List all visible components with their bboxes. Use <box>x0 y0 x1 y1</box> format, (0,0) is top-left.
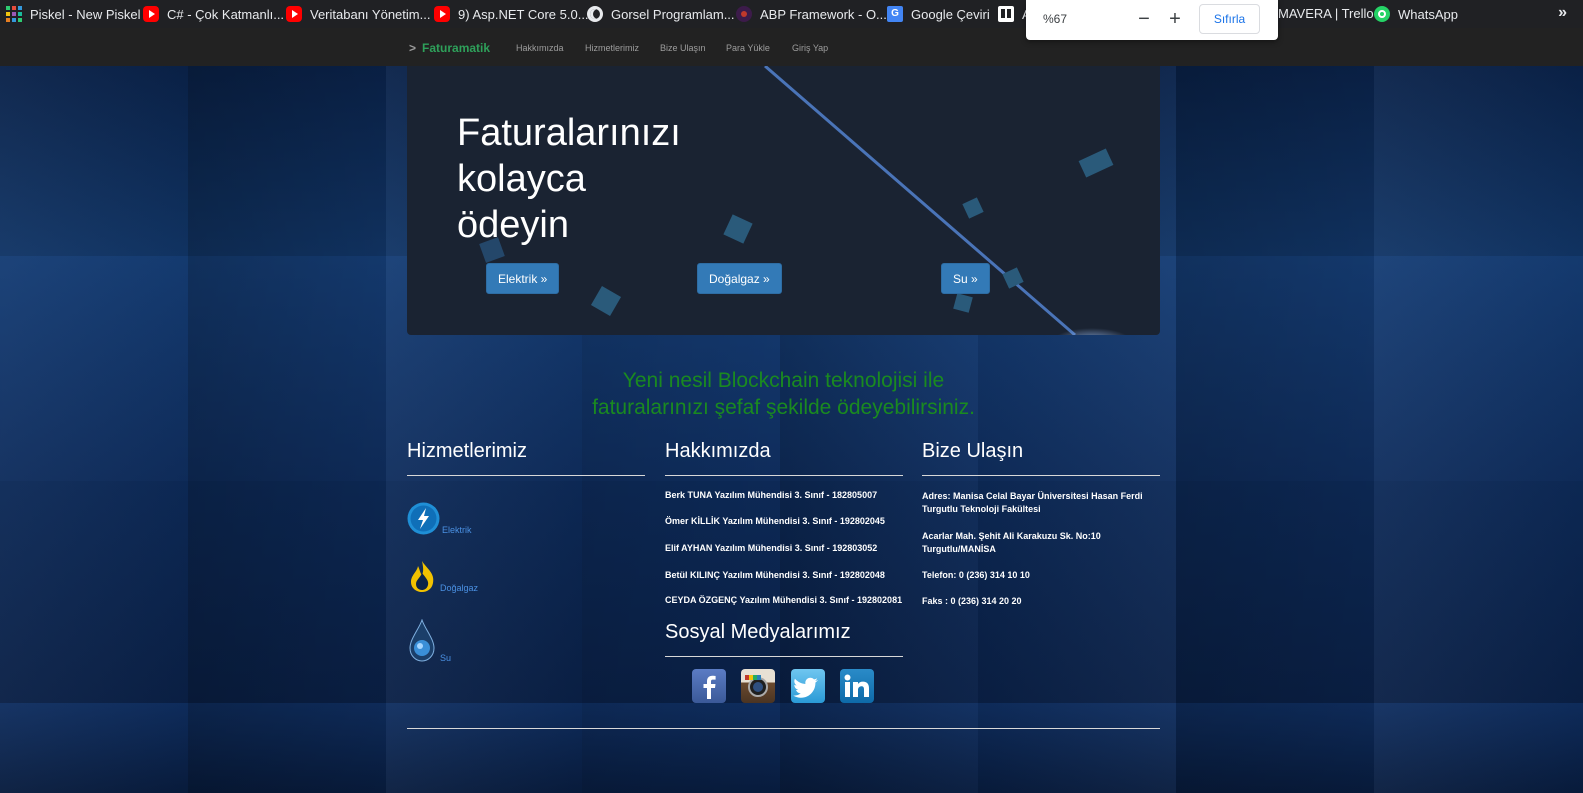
dogalgaz-button[interactable]: Doğalgaz » <box>697 263 782 294</box>
twitter-icon[interactable] <box>791 669 825 703</box>
zoom-level: %67 <box>1043 12 1068 26</box>
contact-divider <box>922 475 1160 476</box>
youtube-icon <box>286 6 302 22</box>
instagram-glyph <box>745 675 768 697</box>
globe-icon <box>587 6 603 22</box>
hero-title: Faturalarınızı kolayca ödeyin <box>457 112 681 246</box>
team-member: Ömer KİLLİK Yazılım Mühendisi 3. Sınıf -… <box>665 516 885 526</box>
bookmark-aspnet[interactable]: 9) Asp.NET Core 5.0... <box>434 6 589 22</box>
trello-icon <box>998 6 1014 22</box>
zoom-in-button[interactable]: + <box>1165 6 1185 32</box>
chevron-right-icon: > <box>409 41 417 55</box>
services-divider <box>407 475 645 476</box>
bookmark-whatsapp[interactable]: WhatsApp <box>1374 6 1458 22</box>
bookmarks-bar: Piskel - New Piskel C# - Çok Katmanlı...… <box>0 0 1583 28</box>
service-elektrik-link[interactable]: Elektrik <box>442 525 472 535</box>
zoom-reset-button[interactable]: Sıfırla <box>1199 4 1260 34</box>
linkedin-icon[interactable] <box>840 669 874 703</box>
bookmark-veritabani[interactable]: Veritabanı Yönetim... <box>286 6 430 22</box>
zoom-out-button[interactable]: − <box>1134 6 1154 32</box>
social-divider <box>665 656 903 657</box>
piskel-icon <box>6 6 22 22</box>
bookmark-abp[interactable]: ABP Framework - O... <box>736 6 887 22</box>
hero-jumbotron: Faturalarınızı kolayca ödeyin Elektrik »… <box>407 66 1160 335</box>
service-elektrik[interactable]: Elektrik <box>407 502 472 535</box>
flame-icon <box>411 561 434 592</box>
contact-address: Adres: Manisa Celal Bayar Üniversitesi H… <box>922 491 1143 514</box>
nav-giris-yap[interactable]: Giriş Yap <box>792 43 828 53</box>
service-dogalgaz[interactable]: Doğalgaz <box>407 559 478 593</box>
abp-icon <box>736 6 752 22</box>
contact-street: Acarlar Mah. Şehit Ali Karakuzu Sk. No:1… <box>922 531 1101 554</box>
team-member: Berk TUNA Yazılım Mühendisi 3. Sınıf - 1… <box>665 490 878 500</box>
team-member: CEYDA ÖZGENÇ Yazılım Mühendisi 3. Sınıf … <box>665 595 903 605</box>
tagline: Yeni nesil Blockchain teknolojisi ile fa… <box>592 369 975 419</box>
team-member: Elif AYHAN Yazılım Mühendisi 3. Sınıf - … <box>665 543 878 553</box>
service-su[interactable]: Su <box>407 619 451 663</box>
youtube-icon <box>143 6 159 22</box>
about-title: Hakkımızda <box>665 440 771 462</box>
whatsapp-icon <box>1374 6 1390 22</box>
services-title: Hizmetlerimiz <box>407 440 527 462</box>
twitter-glyph <box>793 677 818 698</box>
water-drop-icon <box>409 619 435 662</box>
nav-hizmetlerimiz[interactable]: Hizmetlerimiz <box>585 43 639 53</box>
brand-link[interactable]: > Faturamatik <box>409 41 490 55</box>
about-divider <box>665 475 903 476</box>
youtube-icon <box>434 6 450 22</box>
site-navbar: > Faturamatik Hakkımızda Hizmetlerimiz Bi… <box>0 28 1583 67</box>
bookmarks-overflow-button[interactable]: » <box>1558 4 1567 22</box>
team-member: Betül KILINÇ Yazılım Mühendisi 3. Sınıf … <box>665 570 885 580</box>
service-dogalgaz-link[interactable]: Doğalgaz <box>440 583 478 593</box>
social-title: Sosyal Medyalarımız <box>665 621 851 643</box>
service-su-link[interactable]: Su <box>440 653 451 663</box>
bookmark-csharp[interactable]: C# - Çok Katmanlı... <box>143 6 284 22</box>
nav-bize-ulasin[interactable]: Bize Ulaşın <box>660 43 706 53</box>
contact-fax: Faks : 0 (236) 314 20 20 <box>922 596 1022 606</box>
bookmark-google-translate[interactable]: G Google Çeviri <box>887 6 990 22</box>
instagram-icon[interactable] <box>741 669 775 703</box>
footer-divider <box>407 728 1160 729</box>
elektrik-button[interactable]: Elektrik » <box>486 263 560 294</box>
nav-para-yukle[interactable]: Para Yükle <box>726 43 770 53</box>
facebook-glyph <box>703 675 716 699</box>
contact-title: Bize Ulaşın <box>922 440 1024 462</box>
linkedin-glyph <box>844 674 869 697</box>
zoom-popup: %67 − + Sıfırla <box>1026 0 1278 40</box>
google-translate-icon: G <box>887 6 903 22</box>
contact-phone: Telefon: 0 (236) 314 10 10 <box>922 570 1030 580</box>
su-button[interactable]: Su » <box>941 263 990 294</box>
bookmark-piskel[interactable]: Piskel - New Piskel <box>6 6 141 22</box>
facebook-icon[interactable] <box>692 669 726 703</box>
bookmark-mavera-trello[interactable]: MAVERA | Trello <box>1278 6 1374 21</box>
nav-hakkimizda[interactable]: Hakkımızda <box>516 43 564 53</box>
bookmark-gorsel[interactable]: Gorsel Programlam... <box>587 6 735 22</box>
brand-name: Faturamatik <box>422 41 491 55</box>
lightning-icon <box>407 502 440 535</box>
